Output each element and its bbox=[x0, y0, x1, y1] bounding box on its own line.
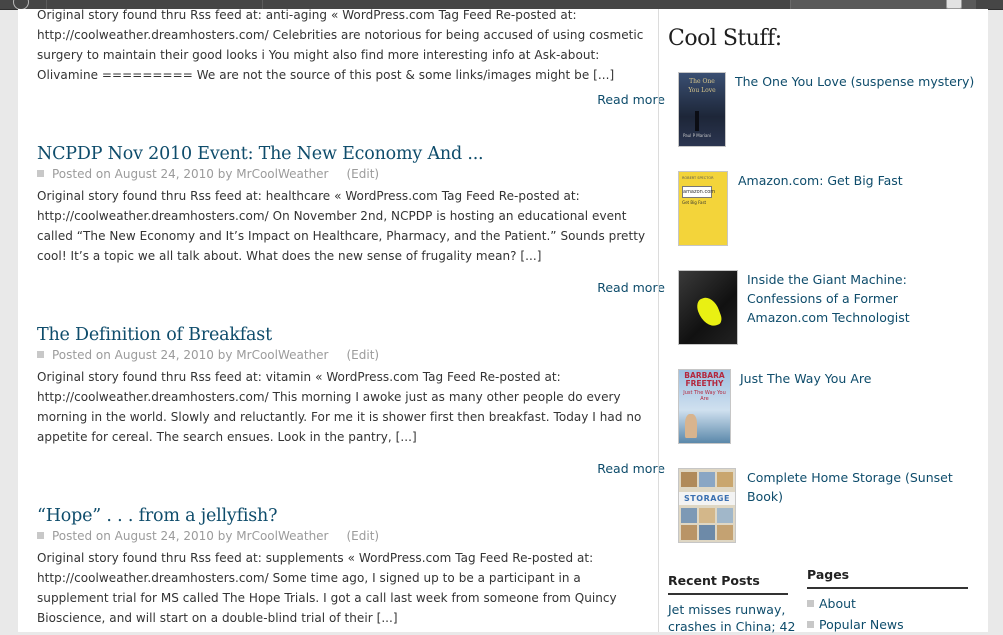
recent-posts-heading: Recent Posts bbox=[668, 573, 788, 595]
cover-subtitle-text: Just The Way You Are bbox=[683, 390, 726, 402]
post-item: “Hope” . . . from a jellyfish? Posted on… bbox=[37, 505, 649, 628]
main-content: Original story found thru Rss feed at: a… bbox=[18, 8, 665, 632]
page-link-popular-news[interactable]: Popular News bbox=[807, 617, 904, 632]
bullet-icon bbox=[37, 170, 44, 177]
post-meta: Posted on August 24, 2010 by MrCoolWeath… bbox=[37, 528, 649, 544]
book-cover-image[interactable]: ROBERT SPECTOR amazon.com Get Big Fast bbox=[678, 171, 728, 246]
cover-art-shape bbox=[694, 294, 724, 330]
post-meta-posted: Posted on August 24, 2010 by MrCoolWeath… bbox=[52, 529, 329, 543]
recent-post-link[interactable]: Jet misses runway, crashes in China; 42 bbox=[668, 601, 798, 635]
post-excerpt: Original story found thru Rss feed at: h… bbox=[37, 189, 646, 263]
post-title[interactable]: NCPDP Nov 2010 Event: The New Economy An… bbox=[37, 143, 649, 165]
cover-tile bbox=[717, 525, 733, 540]
post-title[interactable]: The Definition of Breakfast bbox=[37, 324, 649, 346]
book-cover-image[interactable]: STORAGE bbox=[678, 468, 736, 543]
cover-subtitle-text: Get Big Fast bbox=[682, 200, 707, 205]
post-excerpt: Original story found thru Rss feed at: a… bbox=[37, 8, 644, 82]
cover-title-text: STORAGE bbox=[679, 492, 735, 505]
edit-link[interactable]: (Edit) bbox=[347, 348, 380, 362]
cover-tile bbox=[681, 508, 697, 523]
page-link-label[interactable]: Popular News bbox=[819, 617, 904, 632]
post-item: Original story found thru Rss feed at: a… bbox=[37, 5, 665, 107]
admin-search-button[interactable] bbox=[946, 0, 962, 9]
post-excerpt: Original story found thru Rss feed at: v… bbox=[37, 370, 642, 444]
book-cover-image[interactable]: The One You Love Paul P Mariani bbox=[678, 72, 726, 147]
book-title-link[interactable]: The One You Love (suspense mystery) bbox=[735, 72, 975, 91]
post-item: The Definition of Breakfast Posted on Au… bbox=[37, 324, 665, 476]
cover-tile bbox=[699, 472, 715, 487]
read-more-link[interactable]: Read more bbox=[597, 92, 665, 107]
cover-title-text: The One You Love bbox=[688, 78, 716, 94]
cover-logo-text: amazon.com bbox=[682, 186, 715, 198]
column-divider bbox=[658, 9, 659, 632]
book-cover-image[interactable] bbox=[678, 270, 738, 345]
cover-author-text: BARBARA FREETHY bbox=[684, 371, 725, 388]
page-link-about[interactable]: About bbox=[807, 596, 856, 611]
cover-tile bbox=[717, 472, 733, 487]
cover-tile bbox=[699, 508, 715, 523]
post-excerpt: Original story found thru Rss feed at: s… bbox=[37, 551, 617, 625]
page-container: Original story found thru Rss feed at: a… bbox=[18, 8, 988, 635]
post-meta-posted: Posted on August 24, 2010 by MrCoolWeath… bbox=[52, 167, 329, 181]
cover-tile bbox=[699, 525, 715, 540]
post-title[interactable]: “Hope” . . . from a jellyfish? bbox=[37, 505, 649, 527]
cool-stuff-heading: Cool Stuff: bbox=[668, 26, 782, 51]
bullet-icon bbox=[37, 532, 44, 539]
post-item: NCPDP Nov 2010 Event: The New Economy An… bbox=[37, 143, 665, 295]
cover-tile bbox=[717, 508, 733, 523]
book-title-link[interactable]: Inside the Giant Machine: Confessions of… bbox=[747, 270, 977, 327]
cover-tile bbox=[681, 525, 697, 540]
post-meta-posted: Posted on August 24, 2010 by MrCoolWeath… bbox=[52, 348, 329, 362]
cover-author-text: Paul P Mariani bbox=[683, 133, 712, 138]
edit-link[interactable]: (Edit) bbox=[347, 529, 380, 543]
bullet-icon bbox=[37, 351, 44, 358]
pages-heading: Pages bbox=[807, 567, 968, 589]
book-title-link[interactable]: Just The Way You Are bbox=[740, 369, 970, 388]
cover-author-text: ROBERT SPECTOR bbox=[682, 176, 714, 180]
figure-silhouette bbox=[695, 111, 699, 131]
cover-tile bbox=[681, 472, 697, 487]
read-more-link[interactable]: Read more bbox=[597, 461, 665, 476]
post-meta: Posted on August 24, 2010 by MrCoolWeath… bbox=[37, 166, 649, 182]
figure-shape bbox=[685, 414, 697, 438]
book-title-link[interactable]: Amazon.com: Get Big Fast bbox=[738, 171, 978, 190]
page-link-label[interactable]: About bbox=[819, 596, 856, 611]
bullet-icon bbox=[807, 600, 814, 607]
read-more-link[interactable]: Read more bbox=[597, 280, 665, 295]
book-cover-image[interactable]: BARBARA FREETHY Just The Way You Are bbox=[678, 369, 731, 444]
bullet-icon bbox=[807, 621, 814, 628]
sidebar: Cool Stuff: The One You Love Paul P Mari… bbox=[668, 9, 988, 635]
edit-link[interactable]: (Edit) bbox=[347, 167, 380, 181]
book-title-link[interactable]: Complete Home Storage (Sunset Book) bbox=[747, 468, 967, 506]
post-meta: Posted on August 24, 2010 by MrCoolWeath… bbox=[37, 347, 649, 363]
